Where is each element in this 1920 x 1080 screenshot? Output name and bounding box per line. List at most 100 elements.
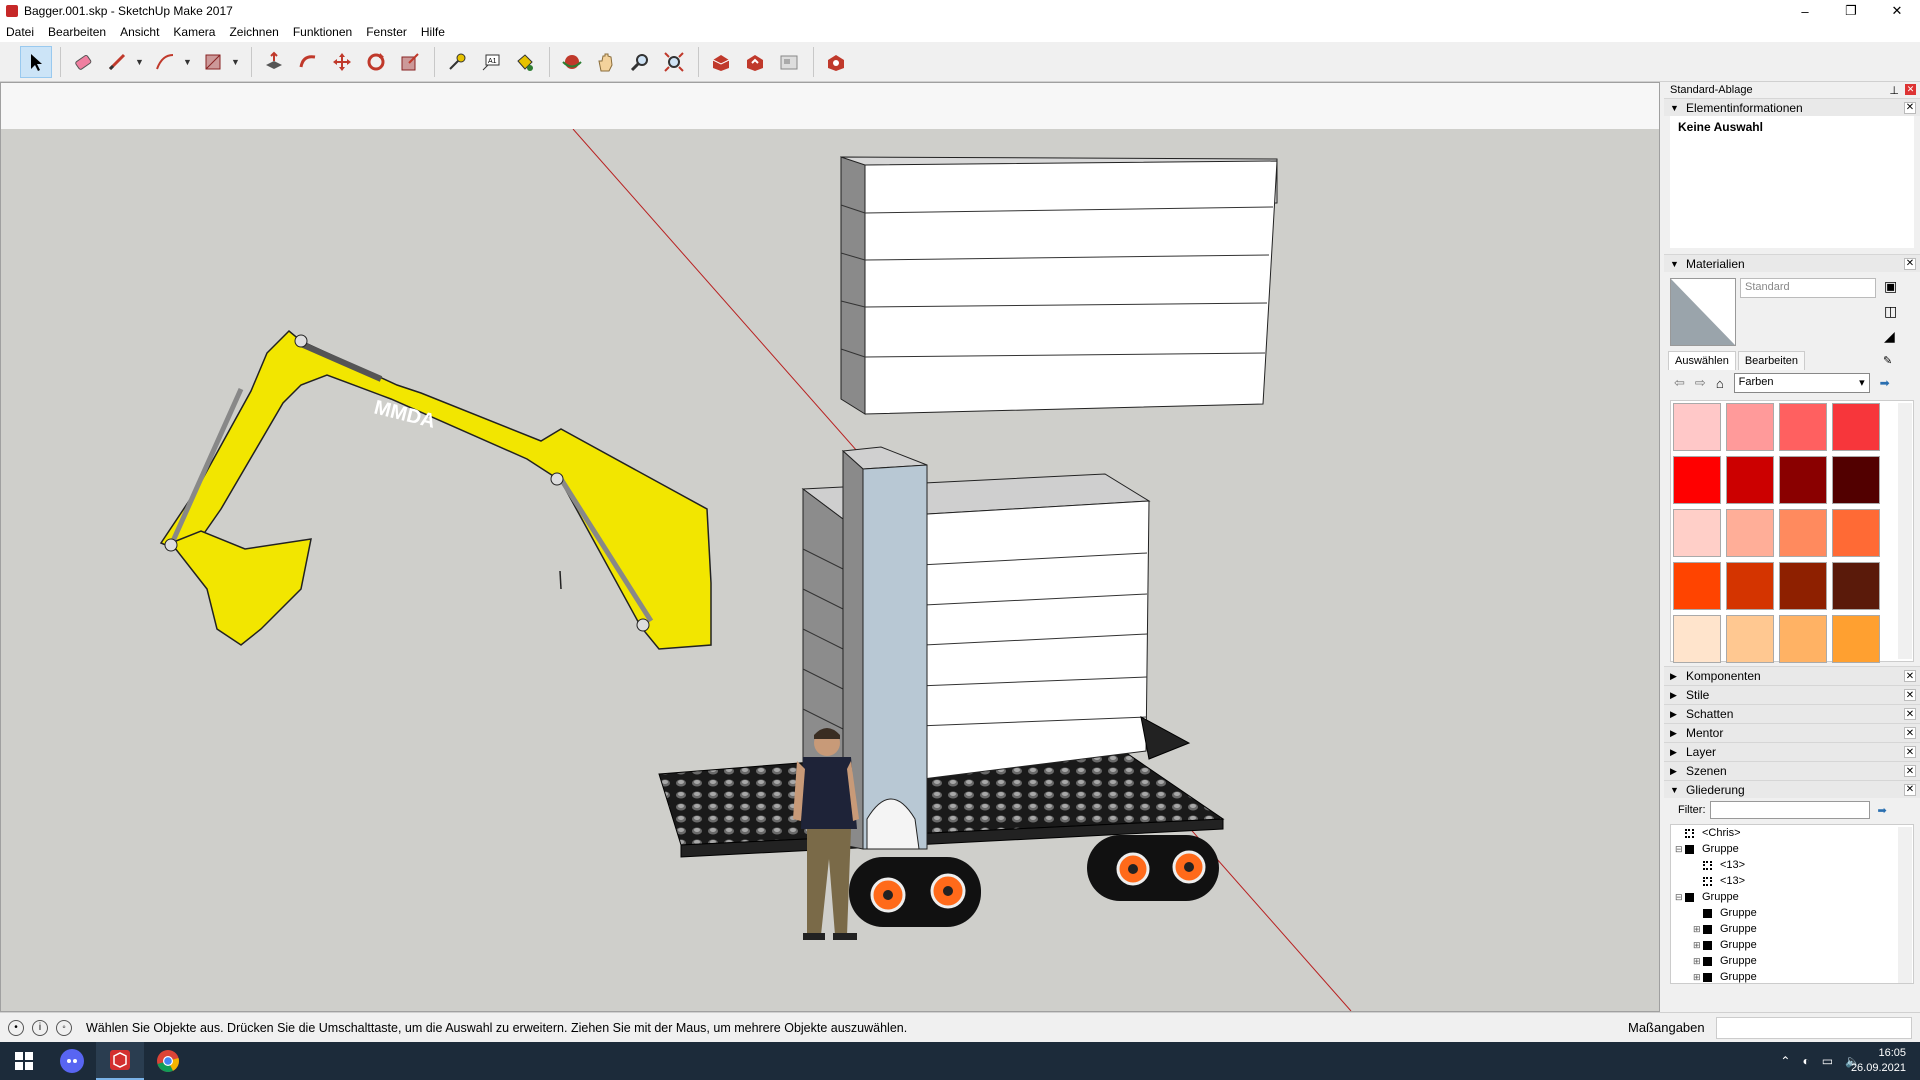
color-swatch[interactable]	[1726, 562, 1774, 610]
arc-tool-button[interactable]	[149, 46, 181, 78]
home-icon[interactable]: ⌂	[1716, 376, 1724, 391]
color-swatch[interactable]	[1779, 562, 1827, 610]
panel-close-icon[interactable]: ✕	[1904, 670, 1916, 682]
tree-expander-icon[interactable]: ⊞	[1693, 924, 1703, 935]
panel-close-icon[interactable]: ✕	[1904, 765, 1916, 777]
panel-header-0[interactable]: ▶ Komponenten ✕	[1664, 666, 1920, 685]
panel-close-icon[interactable]: ✕	[1904, 689, 1916, 701]
chevron-down-icon[interactable]: ▼	[135, 57, 145, 67]
taskbar-clock[interactable]: 16:05 26.09.2021	[1851, 1046, 1906, 1076]
menu-edit[interactable]: Bearbeiten	[48, 25, 106, 39]
taskbar-chrome[interactable]	[144, 1042, 192, 1080]
scale-tool-button[interactable]	[394, 46, 426, 78]
paint-bucket-tool-button[interactable]	[509, 46, 541, 78]
zoom-extents-tool-button[interactable]	[658, 46, 690, 78]
outliner-row[interactable]: <Chris>	[1671, 825, 1913, 841]
panel-close-icon[interactable]: ✕	[1904, 783, 1916, 796]
panel-close-icon[interactable]: ✕	[1904, 708, 1916, 720]
tree-expander-icon[interactable]: ⊞	[1693, 972, 1703, 983]
pan-tool-button[interactable]	[590, 46, 622, 78]
pencil-tool-button[interactable]	[101, 46, 133, 78]
panel-close-icon[interactable]: ✕	[1904, 727, 1916, 739]
chevron-down-icon[interactable]: ▼	[183, 57, 193, 67]
taskbar-sketchup[interactable]	[96, 1042, 144, 1080]
right-crawler-track[interactable]	[1087, 835, 1219, 901]
rectangle-tool-button[interactable]	[197, 46, 229, 78]
tab-edit[interactable]: Bearbeiten	[1737, 351, 1806, 370]
sample-paint-icon[interactable]: ◫	[1884, 303, 1897, 320]
tab-select[interactable]: Auswählen	[1668, 351, 1736, 370]
select-tool-button[interactable]	[20, 45, 52, 78]
chevron-up-icon[interactable]: ⌃	[1780, 1054, 1790, 1068]
panel-header-5[interactable]: ▶ Szenen ✕	[1664, 761, 1920, 780]
tree-expander-icon[interactable]: ⊟	[1675, 844, 1685, 855]
panel-close-icon[interactable]: ✕	[1904, 746, 1916, 758]
color-swatch[interactable]	[1779, 403, 1827, 451]
menu-camera[interactable]: Kamera	[173, 25, 215, 39]
color-swatch[interactable]	[1673, 509, 1721, 557]
text-tool-button[interactable]: A1	[475, 46, 507, 78]
panel-header-3[interactable]: ▶ Mentor ✕	[1664, 723, 1920, 742]
3d-warehouse-button[interactable]	[705, 46, 737, 78]
outliner-filter-input[interactable]	[1709, 801, 1870, 819]
color-swatch[interactable]	[1726, 456, 1774, 504]
floating-wall-block[interactable]	[840, 156, 1278, 415]
geo-location-icon[interactable]: •	[8, 1019, 24, 1036]
color-swatch[interactable]	[1832, 562, 1880, 610]
color-swatch[interactable]	[1726, 615, 1774, 663]
share-model-button[interactable]	[739, 46, 771, 78]
minimize-button[interactable]: –	[1782, 0, 1828, 22]
entity-info-header[interactable]: ▼ Elementinformationen ✕	[1664, 98, 1920, 116]
ramp-piece[interactable]	[1140, 716, 1191, 760]
start-button[interactable]	[0, 1042, 48, 1080]
color-swatch[interactable]	[1673, 615, 1721, 663]
default-material-icon[interactable]: ◢	[1884, 328, 1897, 345]
panel-header-2[interactable]: ▶ Schatten ✕	[1664, 704, 1920, 723]
panel-close-icon[interactable]: ✕	[1904, 101, 1916, 114]
color-swatch[interactable]	[1832, 456, 1880, 504]
orbit-tool-button[interactable]	[556, 46, 588, 78]
taskbar-discord[interactable]	[48, 1042, 96, 1080]
color-swatch[interactable]	[1726, 509, 1774, 557]
outliner-header[interactable]: ▼ Gliederung ✕	[1664, 780, 1920, 798]
panel-close-icon[interactable]: ✕	[1904, 257, 1916, 270]
outliner-row[interactable]: ⊟ Gruppe	[1671, 889, 1913, 905]
color-swatch[interactable]	[1673, 562, 1721, 610]
pillar[interactable]	[841, 446, 928, 850]
left-crawler-track[interactable]	[849, 857, 981, 927]
eraser-tool-button[interactable]	[67, 46, 99, 78]
move-tool-button[interactable]	[326, 46, 358, 78]
color-swatch[interactable]	[1832, 403, 1880, 451]
measurements-input[interactable]	[1716, 1017, 1912, 1039]
extension-warehouse-button[interactable]	[820, 46, 852, 78]
materials-header[interactable]: ▼ Materialien ✕	[1664, 254, 1920, 272]
swatch-scrollbar[interactable]	[1898, 403, 1912, 659]
user-icon[interactable]: ◦	[56, 1019, 72, 1036]
color-swatch[interactable]	[1726, 403, 1774, 451]
pin-icon[interactable]: ⊥	[1889, 84, 1899, 97]
menu-tools[interactable]: Funktionen	[293, 25, 352, 39]
zoom-tool-button[interactable]	[624, 46, 656, 78]
color-swatch[interactable]	[1673, 403, 1721, 451]
outliner-scrollbar[interactable]	[1898, 827, 1912, 983]
network-icon[interactable]: ▭	[1822, 1054, 1833, 1068]
tape-measure-tool-button[interactable]	[441, 46, 473, 78]
push-pull-tool-button[interactable]	[258, 46, 290, 78]
tree-expander-icon[interactable]: ⊞	[1693, 956, 1703, 967]
panel-header-1[interactable]: ▶ Stile ✕	[1664, 685, 1920, 704]
color-swatch[interactable]	[1779, 509, 1827, 557]
credits-icon[interactable]: i	[32, 1019, 48, 1036]
menu-window[interactable]: Fenster	[366, 25, 407, 39]
follow-me-tool-button[interactable]	[292, 46, 324, 78]
menu-draw[interactable]: Zeichnen	[229, 25, 278, 39]
create-material-icon[interactable]: ▣	[1884, 278, 1897, 295]
outliner-row[interactable]: ⊟ Gruppe	[1671, 841, 1913, 857]
color-swatch[interactable]	[1779, 456, 1827, 504]
rotate-tool-button[interactable]	[360, 46, 392, 78]
outliner-row[interactable]: <13>	[1671, 857, 1913, 873]
outliner-row[interactable]: ⊞ Gruppe	[1671, 953, 1913, 969]
chevron-down-icon[interactable]: ▼	[231, 57, 241, 67]
color-swatch[interactable]	[1673, 456, 1721, 504]
menu-view[interactable]: Ansicht	[120, 25, 159, 39]
eyedropper-icon[interactable]: ✎	[1877, 351, 1898, 370]
